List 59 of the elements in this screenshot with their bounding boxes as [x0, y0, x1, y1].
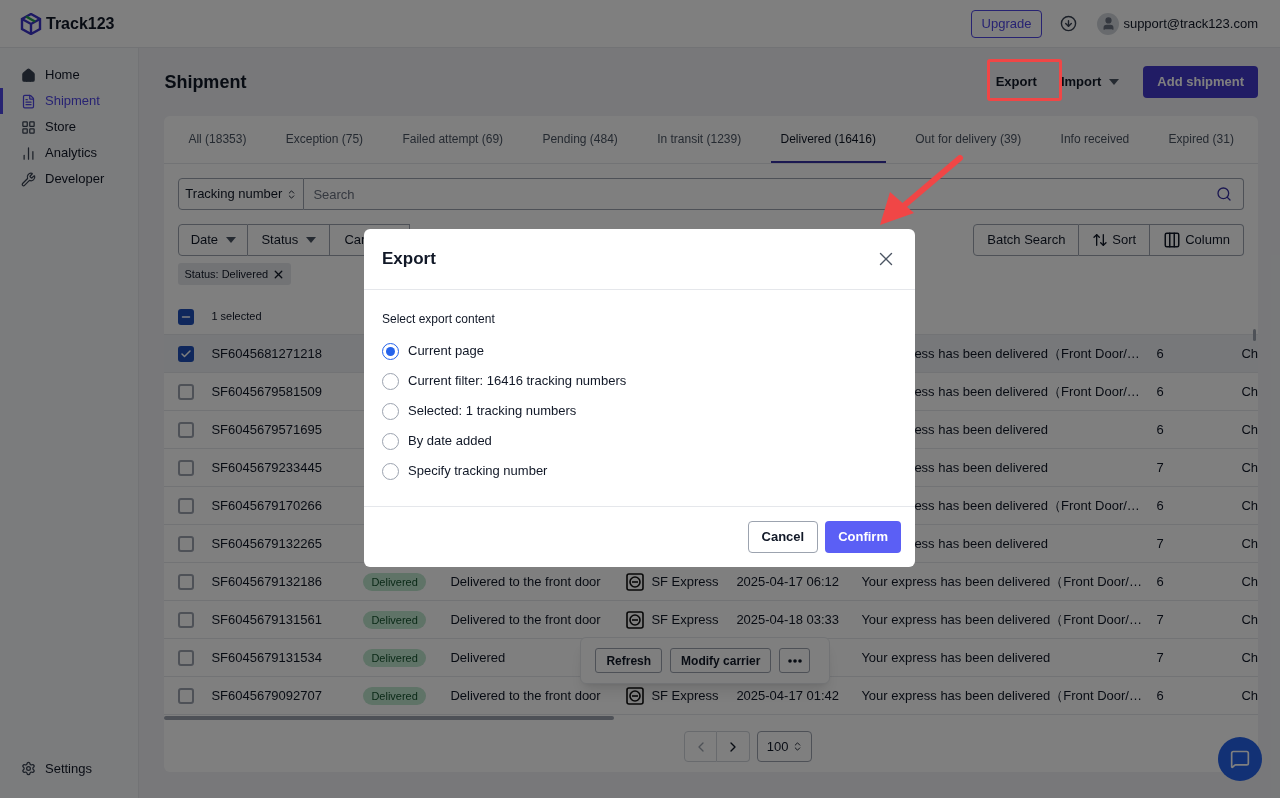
status-badge: Delivered: [363, 648, 426, 668]
status-badge: Delivered: [363, 686, 426, 706]
table-cell: Your express has been delivered（Front Door/…: [861, 687, 1142, 703]
table-cell: 2025-04-17 01:42: [736, 687, 840, 703]
table-cell: SF6045679132186: [211, 573, 322, 589]
status-badge: Delivered: [363, 572, 426, 592]
table-cell: Ch: [1241, 421, 1258, 437]
table-cell-text: SF Express: [651, 686, 719, 705]
table-cell: 6: [1156, 383, 1164, 399]
page-title: Shipment: [164, 70, 247, 94]
table-cell: ess has been delivered（Front Door/…: [914, 383, 1140, 399]
table-cell: 6: [1156, 573, 1164, 589]
table-cell: 2025-04-18 03:33: [736, 611, 840, 627]
table-cell: ess has been delivered: [914, 421, 1049, 437]
dialog-title: Export: [382, 248, 436, 271]
table-cell: Ch: [1241, 459, 1258, 475]
table-cell: SF6045679581509: [211, 383, 322, 399]
table-cell: SF6045681271218: [211, 345, 322, 361]
table-cell: Delivered to the front door: [450, 573, 601, 589]
table-cell: ess has been delivered（Front Door/…: [914, 345, 1140, 361]
table-cell: Ch: [1241, 383, 1258, 399]
table-cell: ess has been delivered: [914, 459, 1049, 475]
table-cell: ess has been delivered: [914, 535, 1049, 551]
table-cell: SF6045679170266: [211, 497, 322, 513]
table-cell: SF6045679131561: [211, 611, 322, 627]
table-cell: 6: [1156, 687, 1164, 703]
table-cell: Your express has been delivered（Front Door/…: [861, 573, 1142, 589]
table-cell: Ch: [1241, 497, 1258, 513]
table-cell: 7: [1156, 649, 1164, 665]
table-cell: SF6045679571695: [211, 421, 322, 437]
selection-count: 1 selected: [211, 309, 262, 325]
table-cell: 6: [1156, 421, 1164, 437]
table-cell-text: SF Express: [651, 572, 719, 591]
table-cell: Ch: [1241, 611, 1258, 627]
table-cell: SF6045679131534: [211, 649, 322, 665]
table-cell: Ch: [1241, 535, 1258, 551]
table-cell: Ch: [1241, 649, 1258, 665]
table-cell: Delivered to the front door: [450, 687, 601, 703]
table-cell: 7: [1156, 459, 1164, 475]
table-cell: ess has been delivered（Front Door/…: [914, 497, 1140, 513]
table-cell: 6: [1156, 497, 1164, 513]
table-cell: 7: [1156, 535, 1164, 551]
table-cell: Ch: [1241, 345, 1258, 361]
table-cell: Ch: [1241, 687, 1258, 703]
table-cell: SF6045679132265: [211, 535, 322, 551]
table-cell-text: SF Express: [651, 610, 719, 629]
table-cell: Delivered: [450, 649, 506, 665]
status-badge: Delivered: [363, 610, 426, 630]
table-cell: SF6045679233445: [211, 459, 322, 475]
table-cell: Your express has been delivered（Front Door/…: [861, 611, 1142, 627]
table-cell: 7: [1156, 611, 1164, 627]
dialog-prompt: Select export content: [382, 311, 496, 328]
logo-text: Track123: [46, 13, 115, 34]
table-cell: 6: [1156, 345, 1164, 361]
table-cell: Delivered to the front door: [450, 611, 601, 627]
table-cell: Ch: [1241, 573, 1258, 589]
table-cell: Your express has been delivered: [861, 649, 1051, 665]
table-cell: 2025-04-17 06:12: [736, 573, 840, 589]
table-cell: SF6045679092707: [211, 687, 322, 703]
